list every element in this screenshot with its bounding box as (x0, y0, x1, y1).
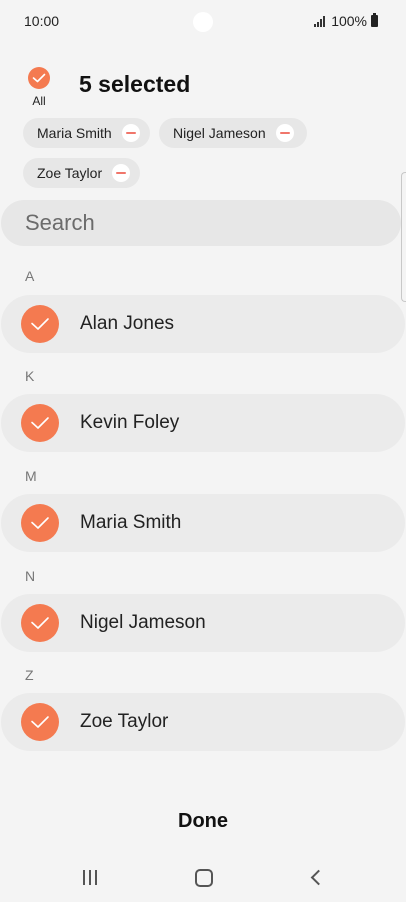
home-icon[interactable] (195, 869, 213, 887)
checkmark-icon (31, 716, 49, 728)
contact-row-maria-smith[interactable]: Maria Smith (1, 494, 405, 552)
selected-chip-zoe-taylor: Zoe Taylor (23, 158, 140, 188)
contact-checkbox[interactable] (21, 504, 59, 542)
done-button[interactable]: Done (153, 810, 253, 836)
chip-label: Maria Smith (37, 125, 112, 141)
selected-count-title: 5 selected (79, 71, 191, 97)
select-all-toggle[interactable]: All (28, 67, 52, 108)
select-all-label: All (32, 94, 46, 108)
checkmark-icon (32, 73, 46, 83)
section-header-k: K (25, 368, 35, 384)
contact-name: Alan Jones (80, 313, 175, 334)
section-header-z: Z (25, 667, 34, 683)
chip-label: Zoe Taylor (37, 165, 103, 181)
contact-row-kevin-foley[interactable]: Kevin Foley (1, 394, 405, 452)
battery-icon (371, 13, 378, 27)
remove-icon[interactable] (121, 124, 140, 142)
checkmark-icon (31, 417, 49, 429)
scrollbar[interactable] (401, 172, 406, 302)
chip-label: Nigel Jameson (173, 125, 266, 141)
contact-checkbox[interactable] (21, 404, 59, 442)
selected-chip-maria-smith: Maria Smith (23, 118, 150, 148)
checkmark-icon (31, 517, 49, 529)
battery-percent: 100% (331, 13, 367, 29)
selected-chip-nigel-jameson: Nigel Jameson (159, 118, 307, 148)
contact-row-zoe-taylor[interactable]: Zoe Taylor (1, 693, 405, 751)
contact-checkbox[interactable] (21, 305, 59, 343)
contact-name: Zoe Taylor (80, 711, 169, 732)
remove-icon[interactable] (275, 124, 294, 142)
remove-icon[interactable] (112, 164, 131, 182)
contact-row-nigel-jameson[interactable]: Nigel Jameson (1, 594, 405, 652)
section-header-a: A (25, 268, 35, 284)
recent-apps-icon[interactable] (83, 870, 97, 885)
contact-name: Maria Smith (80, 512, 182, 533)
search-input[interactable]: Search (1, 200, 401, 246)
checkmark-icon (31, 617, 49, 629)
back-icon[interactable] (310, 869, 327, 886)
section-header-n: N (25, 568, 36, 584)
status-right: 100% (314, 13, 378, 29)
contact-row-alan-jones[interactable]: Alan Jones (1, 295, 405, 353)
camera-cutout (193, 12, 213, 32)
signal-icon (314, 15, 326, 27)
select-all-checkbox[interactable] (28, 67, 50, 89)
navigation-bar (0, 856, 406, 902)
status-time: 10:00 (24, 13, 60, 29)
checkmark-icon (31, 318, 49, 330)
contact-name: Kevin Foley (80, 412, 180, 433)
contact-name: Nigel Jameson (80, 612, 206, 633)
contact-checkbox[interactable] (21, 703, 59, 741)
contact-checkbox[interactable] (21, 604, 59, 642)
status-bar: 10:00 100% (0, 0, 406, 44)
section-header-m: M (25, 468, 37, 484)
